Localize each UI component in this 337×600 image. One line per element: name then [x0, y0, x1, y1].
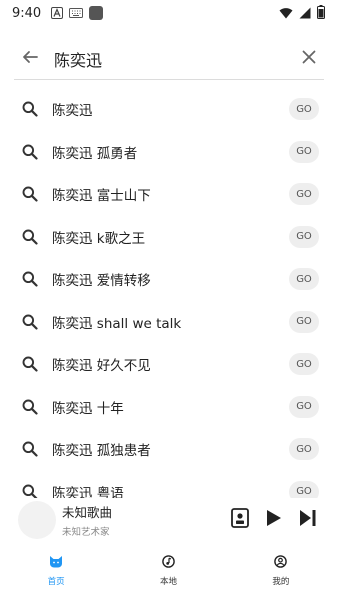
status-time: 9:40: [12, 5, 42, 21]
search-icon: [20, 227, 40, 247]
music-note-icon: [162, 553, 175, 572]
go-button[interactable]: GO: [289, 480, 319, 498]
go-button[interactable]: GO: [289, 438, 319, 461]
go-button[interactable]: GO: [289, 140, 319, 163]
suggestion-text: 陈奕迅 k歌之王: [52, 230, 146, 247]
close-icon: [302, 49, 316, 68]
nav-item-home[interactable]: 首页: [0, 550, 112, 590]
suggestion-item[interactable]: 陈奕迅 孤独患者 GO: [0, 428, 337, 471]
go-button[interactable]: GO: [289, 98, 319, 121]
play-icon: [266, 509, 282, 531]
track-artist: 未知艺术家: [62, 527, 110, 538]
suggestion-item[interactable]: 陈奕迅 GO: [0, 88, 337, 131]
suggestion-item[interactable]: 陈奕迅 shall we talk GO: [0, 301, 337, 344]
bottom-nav: 首页 本地 我的: [0, 550, 337, 590]
go-button[interactable]: GO: [289, 310, 319, 333]
search-icon: [20, 99, 40, 119]
clear-button[interactable]: [294, 44, 324, 74]
suggestion-text: 陈奕迅 粤语: [52, 485, 124, 498]
suggestion-text: 陈奕迅 孤独患者: [52, 443, 151, 460]
status-indicators: [279, 4, 325, 23]
keyboard-icon: [69, 8, 84, 18]
mini-player[interactable]: 未知歌曲 未知艺术家: [0, 498, 337, 542]
nav-label-home: 首页: [47, 577, 65, 587]
search-input[interactable]: [54, 49, 294, 68]
suggestion-item[interactable]: 陈奕迅 爱情转移 GO: [0, 258, 337, 301]
suggestion-item[interactable]: 陈奕迅 好久不见 GO: [0, 343, 337, 386]
cellular-icon: [299, 4, 311, 23]
arrow-left-icon: [21, 48, 39, 70]
suggestion-item[interactable]: 陈奕迅 孤勇者 GO: [0, 131, 337, 174]
suggestion-item[interactable]: 陈奕迅 k歌之王 GO: [0, 216, 337, 259]
search-icon: [20, 142, 40, 162]
search-icon: [20, 439, 40, 459]
suggestion-text: 陈奕迅 孤勇者: [52, 145, 138, 162]
profile-icon: [274, 553, 288, 572]
battery-icon: [317, 4, 325, 23]
suggestion-text: 陈奕迅 shall we talk: [52, 315, 182, 332]
back-button[interactable]: [14, 43, 46, 75]
search-icon: [20, 312, 40, 332]
go-button[interactable]: GO: [289, 183, 319, 206]
suggestion-item[interactable]: 陈奕迅 十年 GO: [0, 386, 337, 429]
search-icon: [20, 354, 40, 374]
search-icon: [20, 184, 40, 204]
go-button[interactable]: GO: [289, 225, 319, 248]
nav-label-local: 本地: [159, 577, 177, 587]
track-title: 未知歌曲: [62, 505, 113, 520]
search-icon: [20, 269, 40, 289]
play-button[interactable]: [257, 503, 291, 537]
search-icon: [20, 482, 40, 498]
wifi-icon: [279, 4, 293, 23]
nav-item-local[interactable]: 本地: [112, 550, 224, 590]
app-square-icon: [89, 6, 104, 20]
status-bar: 9:40: [0, 0, 337, 26]
suggestion-item[interactable]: 陈奕迅 粤语 GO: [0, 471, 337, 498]
go-button[interactable]: GO: [289, 268, 319, 291]
suggestion-item[interactable]: 陈奕迅 富士山下 GO: [0, 173, 337, 216]
next-button[interactable]: [291, 503, 325, 537]
suggestion-text: 陈奕迅 富士山下: [52, 188, 151, 205]
cat-face-icon: [49, 553, 63, 572]
playlist-button[interactable]: [223, 503, 257, 537]
suggestion-list: 陈奕迅 GO 陈奕迅 孤勇者 GO 陈奕迅 富士山下 GO 陈奕迅 k歌之王 G…: [0, 88, 337, 498]
suggestion-text: 陈奕迅 爱情转移: [52, 273, 151, 290]
search-bar: [14, 38, 324, 80]
nav-item-mine[interactable]: 我的: [225, 550, 337, 590]
skip-next-icon: [299, 509, 317, 531]
nav-label-mine: 我的: [272, 577, 290, 587]
album-cover[interactable]: [18, 501, 56, 539]
suggestion-text: 陈奕迅 好久不见: [52, 358, 151, 375]
font-icon: [51, 7, 64, 19]
suggestion-text: 陈奕迅: [52, 103, 93, 120]
search-icon: [20, 397, 40, 417]
track-info[interactable]: 未知歌曲 未知艺术家: [62, 502, 223, 538]
go-button[interactable]: GO: [289, 353, 319, 376]
go-button[interactable]: GO: [289, 395, 319, 418]
suggestion-text: 陈奕迅 十年: [52, 400, 124, 417]
playlist-icon: [231, 508, 249, 532]
